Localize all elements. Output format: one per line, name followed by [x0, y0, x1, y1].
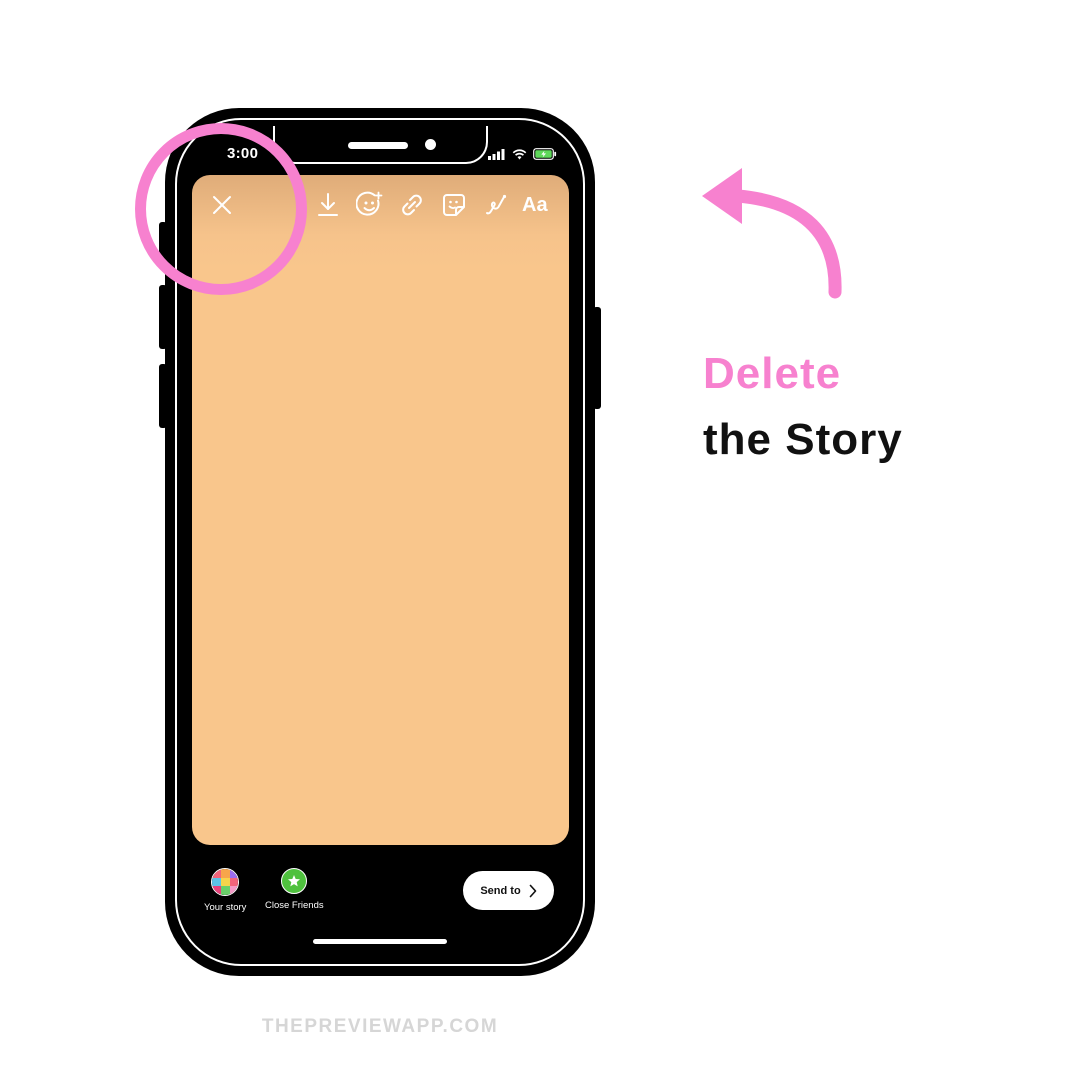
caption-delete: Delete [703, 349, 842, 398]
send-to-label: Send to [480, 884, 521, 897]
home-indicator [313, 939, 447, 944]
send-to-button[interactable]: Send to [463, 871, 554, 910]
wifi-icon [512, 148, 527, 159]
highlight-circle [135, 123, 307, 295]
status-icons [488, 148, 557, 160]
front-camera [425, 139, 436, 150]
face-effects-icon[interactable] [355, 190, 385, 220]
close-friends-button[interactable]: Close Friends [265, 868, 324, 911]
your-story-button[interactable]: Your story [204, 868, 246, 913]
close-friends-star-icon [281, 868, 308, 894]
chevron-right-icon [529, 884, 536, 897]
earpiece-speaker [348, 142, 408, 149]
text-tool-button[interactable]: Aa [522, 190, 548, 220]
cellular-signal-icon [488, 148, 505, 160]
your-story-avatar [211, 868, 240, 896]
battery-charging-icon [533, 148, 557, 160]
page: 3:00 Aa Your story Close Friends Send to… [0, 0, 1080, 1080]
draw-icon[interactable] [481, 190, 511, 220]
your-story-label: Your story [204, 902, 247, 913]
caption-the-story: the Story [703, 415, 903, 464]
link-icon[interactable] [397, 190, 427, 220]
watermark: THEPREVIEWAPP.COM [261, 1016, 499, 1037]
curved-arrow-icon [702, 168, 842, 299]
sticker-icon[interactable] [439, 190, 469, 220]
close-friends-label: Close Friends [265, 900, 324, 911]
download-icon[interactable] [313, 190, 343, 220]
